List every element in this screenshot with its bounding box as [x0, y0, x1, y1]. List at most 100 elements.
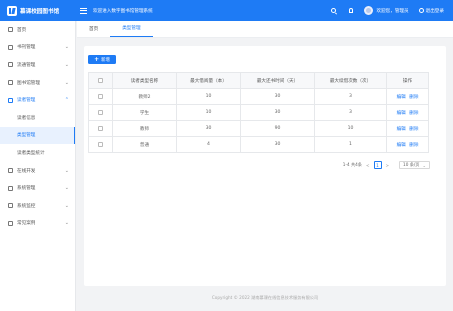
logout-icon[interactable]	[418, 8, 424, 13]
cell-max-days: 30	[240, 88, 315, 105]
sidebar-item-label: 在线开发	[17, 168, 36, 174]
library-icon	[8, 80, 13, 86]
cell-type-name: 教师	[112, 120, 177, 137]
prev-page-button[interactable]: <	[366, 163, 370, 168]
sidebar-item-label: 系统管理	[17, 186, 36, 192]
cell-max-renew: 10	[314, 120, 387, 137]
tab-type-management[interactable]: 类型管理	[110, 20, 153, 37]
edit-link[interactable]: 编辑	[397, 143, 406, 148]
monitor-icon	[8, 203, 13, 209]
sidebar-item-cases[interactable]: 常见案例 ⌄	[0, 215, 75, 233]
page-size-select[interactable]: 10 条/页 ⌄	[399, 161, 430, 169]
delete-link[interactable]: 删除	[409, 127, 418, 132]
delete-link[interactable]: 删除	[409, 143, 418, 148]
page-size-value: 10 条/页	[403, 162, 420, 167]
sidebar-item-books[interactable]: 书刊管理 ⌄	[0, 39, 75, 57]
avatar[interactable]	[364, 6, 374, 15]
sidebar-item-label: 读者管理	[17, 98, 36, 104]
table-header-row: 读者类型名称 最大借阅量（本） 最大还书时间（天） 最大续借次数（次） 操作	[88, 72, 429, 89]
circulation-icon	[8, 62, 13, 68]
content-card: + 新增 读者类型名称 最大借阅量（本） 最大还书时间（天） 最大续借次数（次）…	[84, 46, 446, 286]
user-name[interactable]: 欢迎您，管理员	[376, 8, 408, 14]
checkbox[interactable]	[98, 109, 103, 115]
pagination-summary: 1-4 共4条	[342, 162, 362, 167]
bell-icon[interactable]	[349, 8, 354, 13]
sidebar-item-online-dev[interactable]: 在线开发 ⌄	[0, 162, 75, 180]
tab-home[interactable]: 首页	[77, 20, 110, 37]
add-button[interactable]: + 新增	[88, 55, 116, 64]
home-icon	[8, 27, 13, 33]
book-icon	[8, 44, 13, 50]
sidebar-item-circulation[interactable]: 流通管理 ⌄	[0, 56, 75, 74]
footer-copyright: Copyright © 2022 湖南慕课在线信息技术服务有限公司	[211, 295, 319, 300]
sidebar-item-label: 图书馆管理	[17, 80, 40, 86]
sidebar-item-readers[interactable]: 读者管理 ⌃	[0, 91, 75, 109]
cell-max-days: 30	[240, 104, 315, 121]
pagination: 1-4 共4条 < 1 > 10 条/页 ⌄	[343, 161, 430, 169]
cell-max-borrow: 4	[176, 136, 241, 153]
sidebar-subitem-type-management[interactable]: 类型管理	[0, 126, 75, 145]
app-logo[interactable]: 慕课校园图书馆	[0, 0, 76, 21]
cell-max-renew: 1	[314, 136, 387, 153]
chevron-down-icon: ⌄	[64, 220, 69, 227]
add-button-label: 新增	[101, 57, 110, 63]
edit-link[interactable]: 编辑	[397, 127, 406, 132]
chevron-down-icon: ⌄	[64, 185, 69, 192]
cell-max-renew: 3	[314, 104, 387, 121]
checkbox[interactable]	[98, 125, 103, 131]
cell-max-days: 90	[240, 120, 315, 137]
next-page-button[interactable]: >	[386, 163, 390, 168]
top-bar: 慕课校园图书馆 欢迎进入数字图书馆管理系统 欢迎您，管理员 退出登录	[0, 0, 453, 21]
sidebar-item-library[interactable]: 图书馆管理 ⌄	[0, 74, 75, 92]
header-max-renew: 最大续借次数（次）	[314, 72, 387, 89]
sidebar-item-monitor[interactable]: 系统监控 ⌄	[0, 197, 75, 215]
menu-toggle-icon[interactable]	[80, 7, 87, 14]
sidebar-item-label: 书刊管理	[17, 45, 36, 51]
search-icon[interactable]	[331, 8, 337, 13]
header-max-days: 最大还书时间（天）	[240, 72, 315, 89]
sidebar-subitem-type-stats[interactable]: 读者类型统计	[0, 144, 75, 162]
checkbox[interactable]	[98, 141, 103, 147]
checkbox[interactable]	[98, 93, 103, 99]
delete-link[interactable]: 删除	[409, 95, 418, 100]
chevron-down-icon: ⌄	[64, 167, 69, 174]
gear-icon	[8, 185, 13, 191]
chevron-down-icon: ⌄	[64, 44, 69, 51]
row-select-cell	[88, 120, 113, 137]
sidebar-item-system[interactable]: 系统管理 ⌄	[0, 179, 75, 197]
cell-max-borrow: 30	[176, 120, 241, 137]
chevron-down-icon: ⌄	[422, 162, 426, 168]
chevron-down-icon: ⌄	[64, 202, 69, 209]
delete-link[interactable]: 删除	[409, 111, 418, 116]
cell-actions: 编辑 删除	[386, 120, 429, 137]
cell-max-days: 30	[240, 136, 315, 153]
checkbox[interactable]	[98, 77, 103, 83]
sidebar-item-home[interactable]: 首页	[0, 21, 75, 39]
table-row: 教师2 10 30 3 编辑 删除	[88, 88, 429, 105]
app-title: 慕课校园图书馆	[20, 8, 60, 15]
library-logo-icon	[7, 5, 17, 16]
header-actions: 欢迎您，管理员 退出登录	[331, 6, 453, 15]
logout-button[interactable]: 退出登录	[426, 8, 444, 14]
sidebar-item-label: 流通管理	[17, 62, 36, 68]
cell-max-borrow: 10	[176, 104, 241, 121]
code-icon	[8, 168, 13, 174]
page-tabs: 首页 类型管理	[77, 21, 453, 38]
cell-actions: 编辑 删除	[386, 104, 429, 121]
sidebar-item-label: 常见案例	[17, 221, 36, 227]
edit-link[interactable]: 编辑	[397, 95, 406, 100]
cell-type-name: 学生	[112, 104, 177, 121]
table-row: 普通 4 30 1 编辑 删除	[88, 136, 429, 153]
table-row: 学生 10 30 3 编辑 删除	[88, 104, 429, 121]
edit-link[interactable]: 编辑	[397, 111, 406, 116]
cell-type-name: 教师2	[112, 88, 177, 105]
sidebar-subitem-reader-info[interactable]: 读者信息	[0, 109, 75, 127]
header-max-borrow: 最大借阅量（本）	[176, 72, 241, 89]
plus-icon: +	[94, 55, 100, 63]
row-select-cell	[88, 104, 113, 121]
page-number-1[interactable]: 1	[373, 161, 382, 169]
welcome-text: 欢迎进入数字图书馆管理系统	[93, 8, 153, 14]
header-select-all[interactable]	[88, 72, 113, 89]
cell-max-renew: 3	[314, 88, 387, 105]
cell-max-borrow: 10	[176, 88, 241, 105]
